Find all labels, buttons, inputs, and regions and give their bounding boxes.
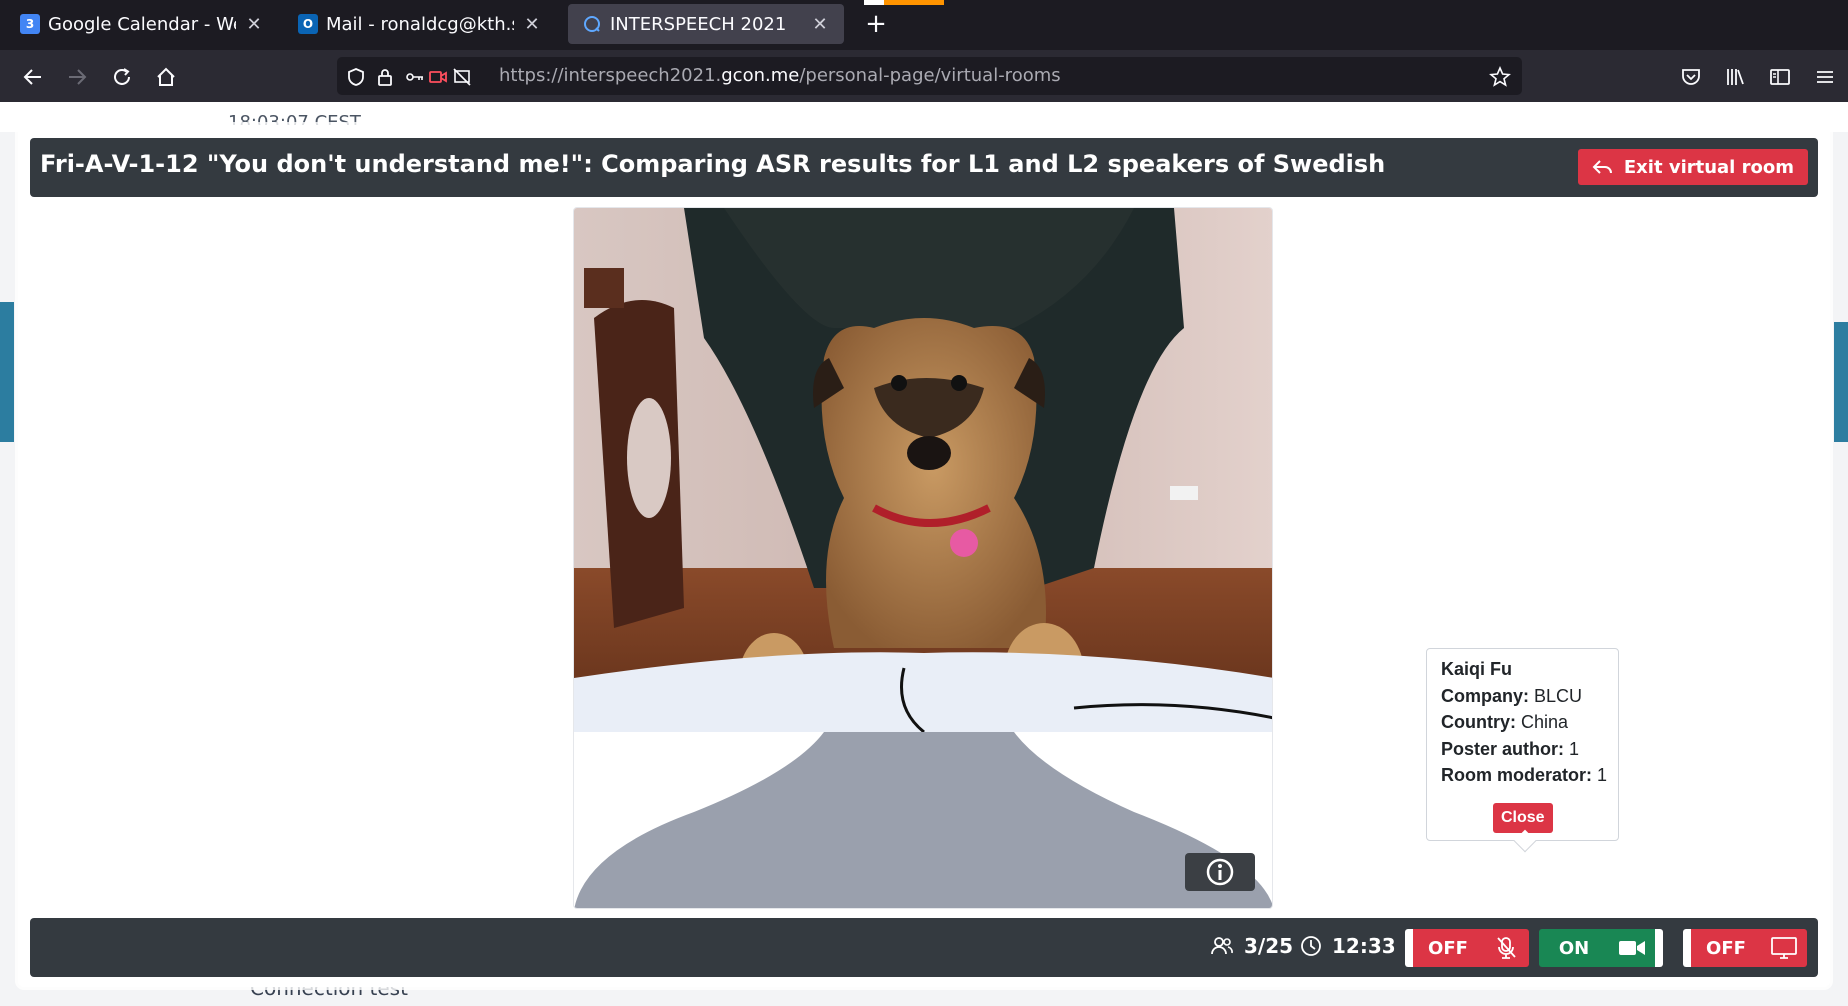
session-title: Fri-A-V-1-12 "You don't understand me!":…: [40, 150, 1386, 178]
info-icon: [1206, 858, 1234, 886]
mic-toggle[interactable]: OFF: [1405, 929, 1529, 967]
camera-toggle[interactable]: ON: [1539, 929, 1663, 967]
tab-google-calendar[interactable]: 3 Google Calendar - Week of ✕: [6, 4, 278, 44]
exit-virtual-room-button[interactable]: Exit virtual room: [1577, 149, 1808, 185]
session-timer: 12:33: [1300, 934, 1396, 958]
permissions-icon[interactable]: [404, 66, 426, 88]
page-accent-left: [0, 302, 14, 442]
clock-icon: [1300, 935, 1322, 957]
participant-info-popover: Kaiqi Fu Company: BLCU Country: China Po…: [1426, 648, 1619, 853]
bookmark-star-icon[interactable]: [1489, 66, 1511, 88]
exit-arrow-icon: [1592, 158, 1614, 176]
url-text[interactable]: https://interspeech2021.gcon.me/personal…: [499, 65, 1061, 86]
camera-sharing-icon[interactable]: [427, 66, 449, 88]
reload-icon[interactable]: [107, 62, 137, 92]
tab-title: Mail - ronaldcg@kth.se: [326, 13, 514, 35]
close-tab-icon[interactable]: ✕: [522, 14, 542, 35]
calendar-favicon-icon: 3: [20, 14, 40, 34]
menu-icon[interactable]: [1810, 62, 1840, 92]
forward-icon[interactable]: [62, 62, 92, 92]
country-row: Country: China: [1441, 712, 1569, 732]
new-tab-icon[interactable]: +: [860, 8, 892, 40]
sidebar-icon[interactable]: [1765, 62, 1795, 92]
interspeech-favicon-icon: [582, 14, 602, 34]
tab-loading-indicator: [864, 0, 944, 5]
page-accent-right: [1834, 322, 1848, 442]
avatar-silhouette: [574, 732, 1272, 908]
tab-title: Google Calendar - Week of: [48, 13, 236, 35]
room-control-bar: 3/25 12:33 OFF ON OFF: [30, 918, 1818, 977]
tab-interspeech[interactable]: INTERSPEECH 2021 ✕: [568, 4, 844, 44]
participant-video-tile: [573, 207, 1273, 909]
mic-off-icon: [1483, 936, 1529, 960]
modal-header: Fri-A-V-1-12 "You don't understand me!":…: [30, 138, 1818, 197]
tab-mail[interactable]: O Mail - ronaldcg@kth.se ✕: [284, 4, 556, 44]
lock-icon[interactable]: [374, 66, 396, 88]
virtual-room-modal: Fri-A-V-1-12 "You don't understand me!":…: [18, 125, 1830, 987]
poster-author-row: Poster author: 1: [1441, 738, 1580, 759]
screen-share-icon: [1761, 937, 1807, 959]
home-icon[interactable]: [151, 62, 181, 92]
close-tab-icon[interactable]: ✕: [244, 14, 264, 35]
popover-arrow: [1513, 829, 1537, 853]
pocket-icon[interactable]: [1676, 62, 1706, 92]
outlook-favicon-icon: O: [298, 14, 318, 34]
url-bar[interactable]: https://interspeech2021.gcon.me/personal…: [337, 57, 1522, 95]
popover-close-button[interactable]: Close: [1493, 803, 1553, 833]
back-icon[interactable]: [18, 62, 48, 92]
close-tab-icon[interactable]: ✕: [810, 14, 830, 35]
participant-name: Kaiqi Fu: [1441, 659, 1512, 679]
company-row: Company: BLCU: [1441, 685, 1583, 706]
video-camera-icon: [1609, 938, 1655, 958]
screen-blocked-icon[interactable]: [451, 66, 473, 88]
participant-video-feed: [574, 208, 1272, 732]
participant-count: 3/25: [1210, 934, 1293, 958]
tab-title: INTERSPEECH 2021: [610, 13, 787, 35]
participant-info-button[interactable]: [1185, 853, 1255, 891]
people-icon: [1210, 936, 1234, 956]
library-icon[interactable]: [1720, 62, 1750, 92]
browser-nav-bar: https://interspeech2021.gcon.me/personal…: [0, 50, 1848, 102]
room-moderator-row: Room moderator: 1: [1441, 765, 1608, 785]
browser-tab-bar: 3 Google Calendar - Week of ✕ O Mail - r…: [0, 0, 1848, 50]
screen-share-toggle[interactable]: OFF: [1683, 929, 1807, 967]
shield-icon[interactable]: [345, 66, 367, 88]
